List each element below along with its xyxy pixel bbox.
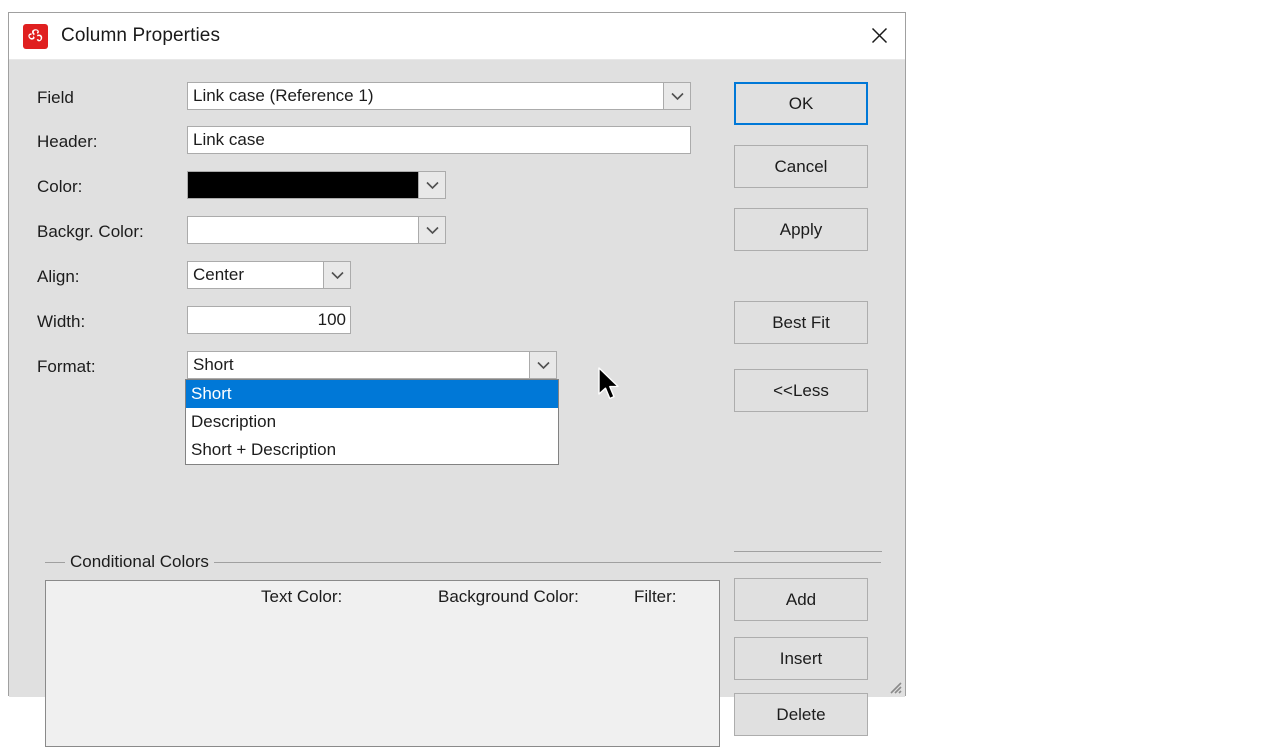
field-label: Field xyxy=(37,88,74,107)
format-option-description[interactable]: Description xyxy=(186,408,558,436)
align-value: Center xyxy=(188,262,323,288)
conditional-colors-listbox[interactable]: Text Color: Background Color: Filter: xyxy=(45,580,720,747)
close-icon[interactable] xyxy=(853,13,905,58)
format-option-short-description[interactable]: Short + Description xyxy=(186,436,558,464)
ok-button[interactable]: OK xyxy=(734,82,868,125)
column-header-filter: Filter: xyxy=(634,587,677,606)
add-button[interactable]: Add xyxy=(734,578,868,621)
chevron-down-icon[interactable] xyxy=(418,217,445,243)
background-color-swatch xyxy=(188,217,418,243)
less-button[interactable]: <<Less xyxy=(734,369,868,412)
chevron-down-icon[interactable] xyxy=(418,172,445,198)
column-header-text-color: Text Color: xyxy=(261,587,343,606)
align-label: Align: xyxy=(37,267,80,286)
header-input[interactable] xyxy=(187,126,691,154)
best-fit-button[interactable]: Best Fit xyxy=(734,301,868,344)
color-label: Color: xyxy=(37,177,83,196)
button-separator xyxy=(734,551,882,552)
width-label: Width: xyxy=(37,312,86,331)
column-header-background-color: Background Color: xyxy=(438,587,579,606)
conditional-colors-title: Conditional Colors xyxy=(65,552,214,572)
format-label: Format: xyxy=(37,357,96,376)
field-combobox[interactable]: Link case (Reference 1) xyxy=(187,82,691,110)
delete-button[interactable]: Delete xyxy=(734,693,868,736)
width-input[interactable] xyxy=(187,306,351,334)
format-dropdown-list[interactable]: Short Description Short + Description xyxy=(185,379,559,465)
pinwheel-icon xyxy=(23,24,48,49)
apply-button[interactable]: Apply xyxy=(734,208,868,251)
cancel-button[interactable]: Cancel xyxy=(734,145,868,188)
align-combobox[interactable]: Center xyxy=(187,261,351,289)
chevron-down-icon[interactable] xyxy=(323,262,350,288)
chevron-down-icon[interactable] xyxy=(663,83,690,109)
resize-grip[interactable] xyxy=(886,678,902,694)
background-color-combobox[interactable] xyxy=(187,216,446,244)
format-option-short[interactable]: Short xyxy=(186,380,558,408)
field-value: Link case (Reference 1) xyxy=(188,83,663,109)
column-properties-dialog: Column Properties Field Link case (Refer… xyxy=(8,12,906,747)
insert-button[interactable]: Insert xyxy=(734,637,868,680)
title-bar: Column Properties xyxy=(9,13,905,60)
format-combobox[interactable]: Short xyxy=(187,351,557,379)
color-combobox[interactable] xyxy=(187,171,446,199)
chevron-down-icon[interactable] xyxy=(529,352,556,378)
header-label: Header: xyxy=(37,132,98,151)
background-color-label: Backgr. Color: xyxy=(37,222,144,241)
window-title: Column Properties xyxy=(61,25,221,46)
dialog-body: Field Link case (Reference 1) Header: Co… xyxy=(9,60,905,747)
color-swatch xyxy=(188,172,418,198)
format-value: Short xyxy=(188,352,529,378)
